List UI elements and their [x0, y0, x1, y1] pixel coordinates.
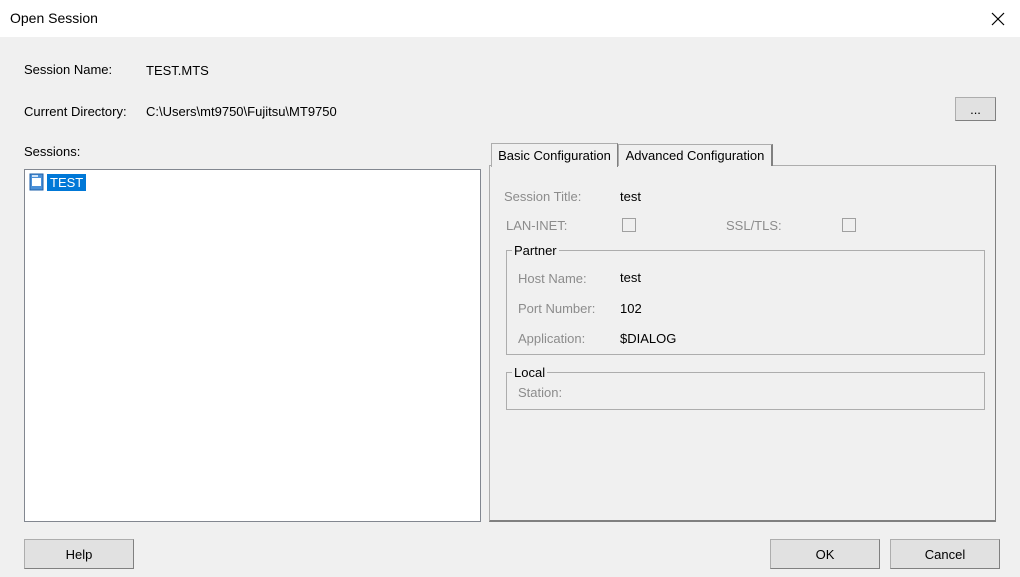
close-button[interactable] [975, 0, 1020, 37]
list-item-label: TEST [47, 173, 87, 191]
title-bar [0, 0, 1020, 37]
tab-advanced-configuration[interactable]: Advanced Configuration [618, 144, 773, 166]
document-icon [29, 173, 44, 191]
help-button[interactable]: Help [24, 539, 134, 569]
application-value: $DIALOG [620, 331, 677, 346]
local-group [506, 372, 985, 410]
ok-button[interactable]: OK [770, 539, 880, 569]
lan-inet-checkbox[interactable] [622, 218, 636, 232]
session-name-label: Session Name: [24, 62, 113, 77]
ssl-tls-label: SSL/TLS: [726, 218, 782, 233]
host-name-label: Host Name: [518, 271, 587, 286]
window-title: Open Session [10, 10, 98, 26]
partner-legend: Partner [512, 243, 559, 258]
local-legend: Local [512, 365, 548, 380]
port-number-label: Port Number: [518, 301, 596, 316]
tab-basic-configuration[interactable]: Basic Configuration [491, 143, 618, 167]
current-directory-value: C:\Users\mt9750\Fujitsu\MT9750 [146, 104, 337, 119]
session-title-label: Session Title: [504, 189, 582, 204]
lan-inet-label: LAN-INET: [506, 218, 568, 233]
sessions-label: Sessions: [24, 144, 81, 159]
close-icon [991, 12, 1004, 25]
browse-directory-button[interactable]: ... [955, 97, 996, 121]
list-item[interactable]: TEST [29, 173, 87, 191]
port-number-value: 102 [620, 301, 642, 316]
station-label: Station: [518, 385, 563, 400]
session-name-value: TEST.MTS [146, 63, 209, 78]
application-label: Application: [518, 331, 586, 346]
session-title-value: test [620, 189, 641, 204]
sessions-list[interactable]: TEST [24, 169, 481, 522]
ssl-tls-checkbox[interactable] [842, 218, 856, 232]
cancel-button[interactable]: Cancel [890, 539, 1000, 569]
host-name-value: test [620, 270, 641, 285]
current-directory-label: Current Directory: [24, 104, 127, 119]
